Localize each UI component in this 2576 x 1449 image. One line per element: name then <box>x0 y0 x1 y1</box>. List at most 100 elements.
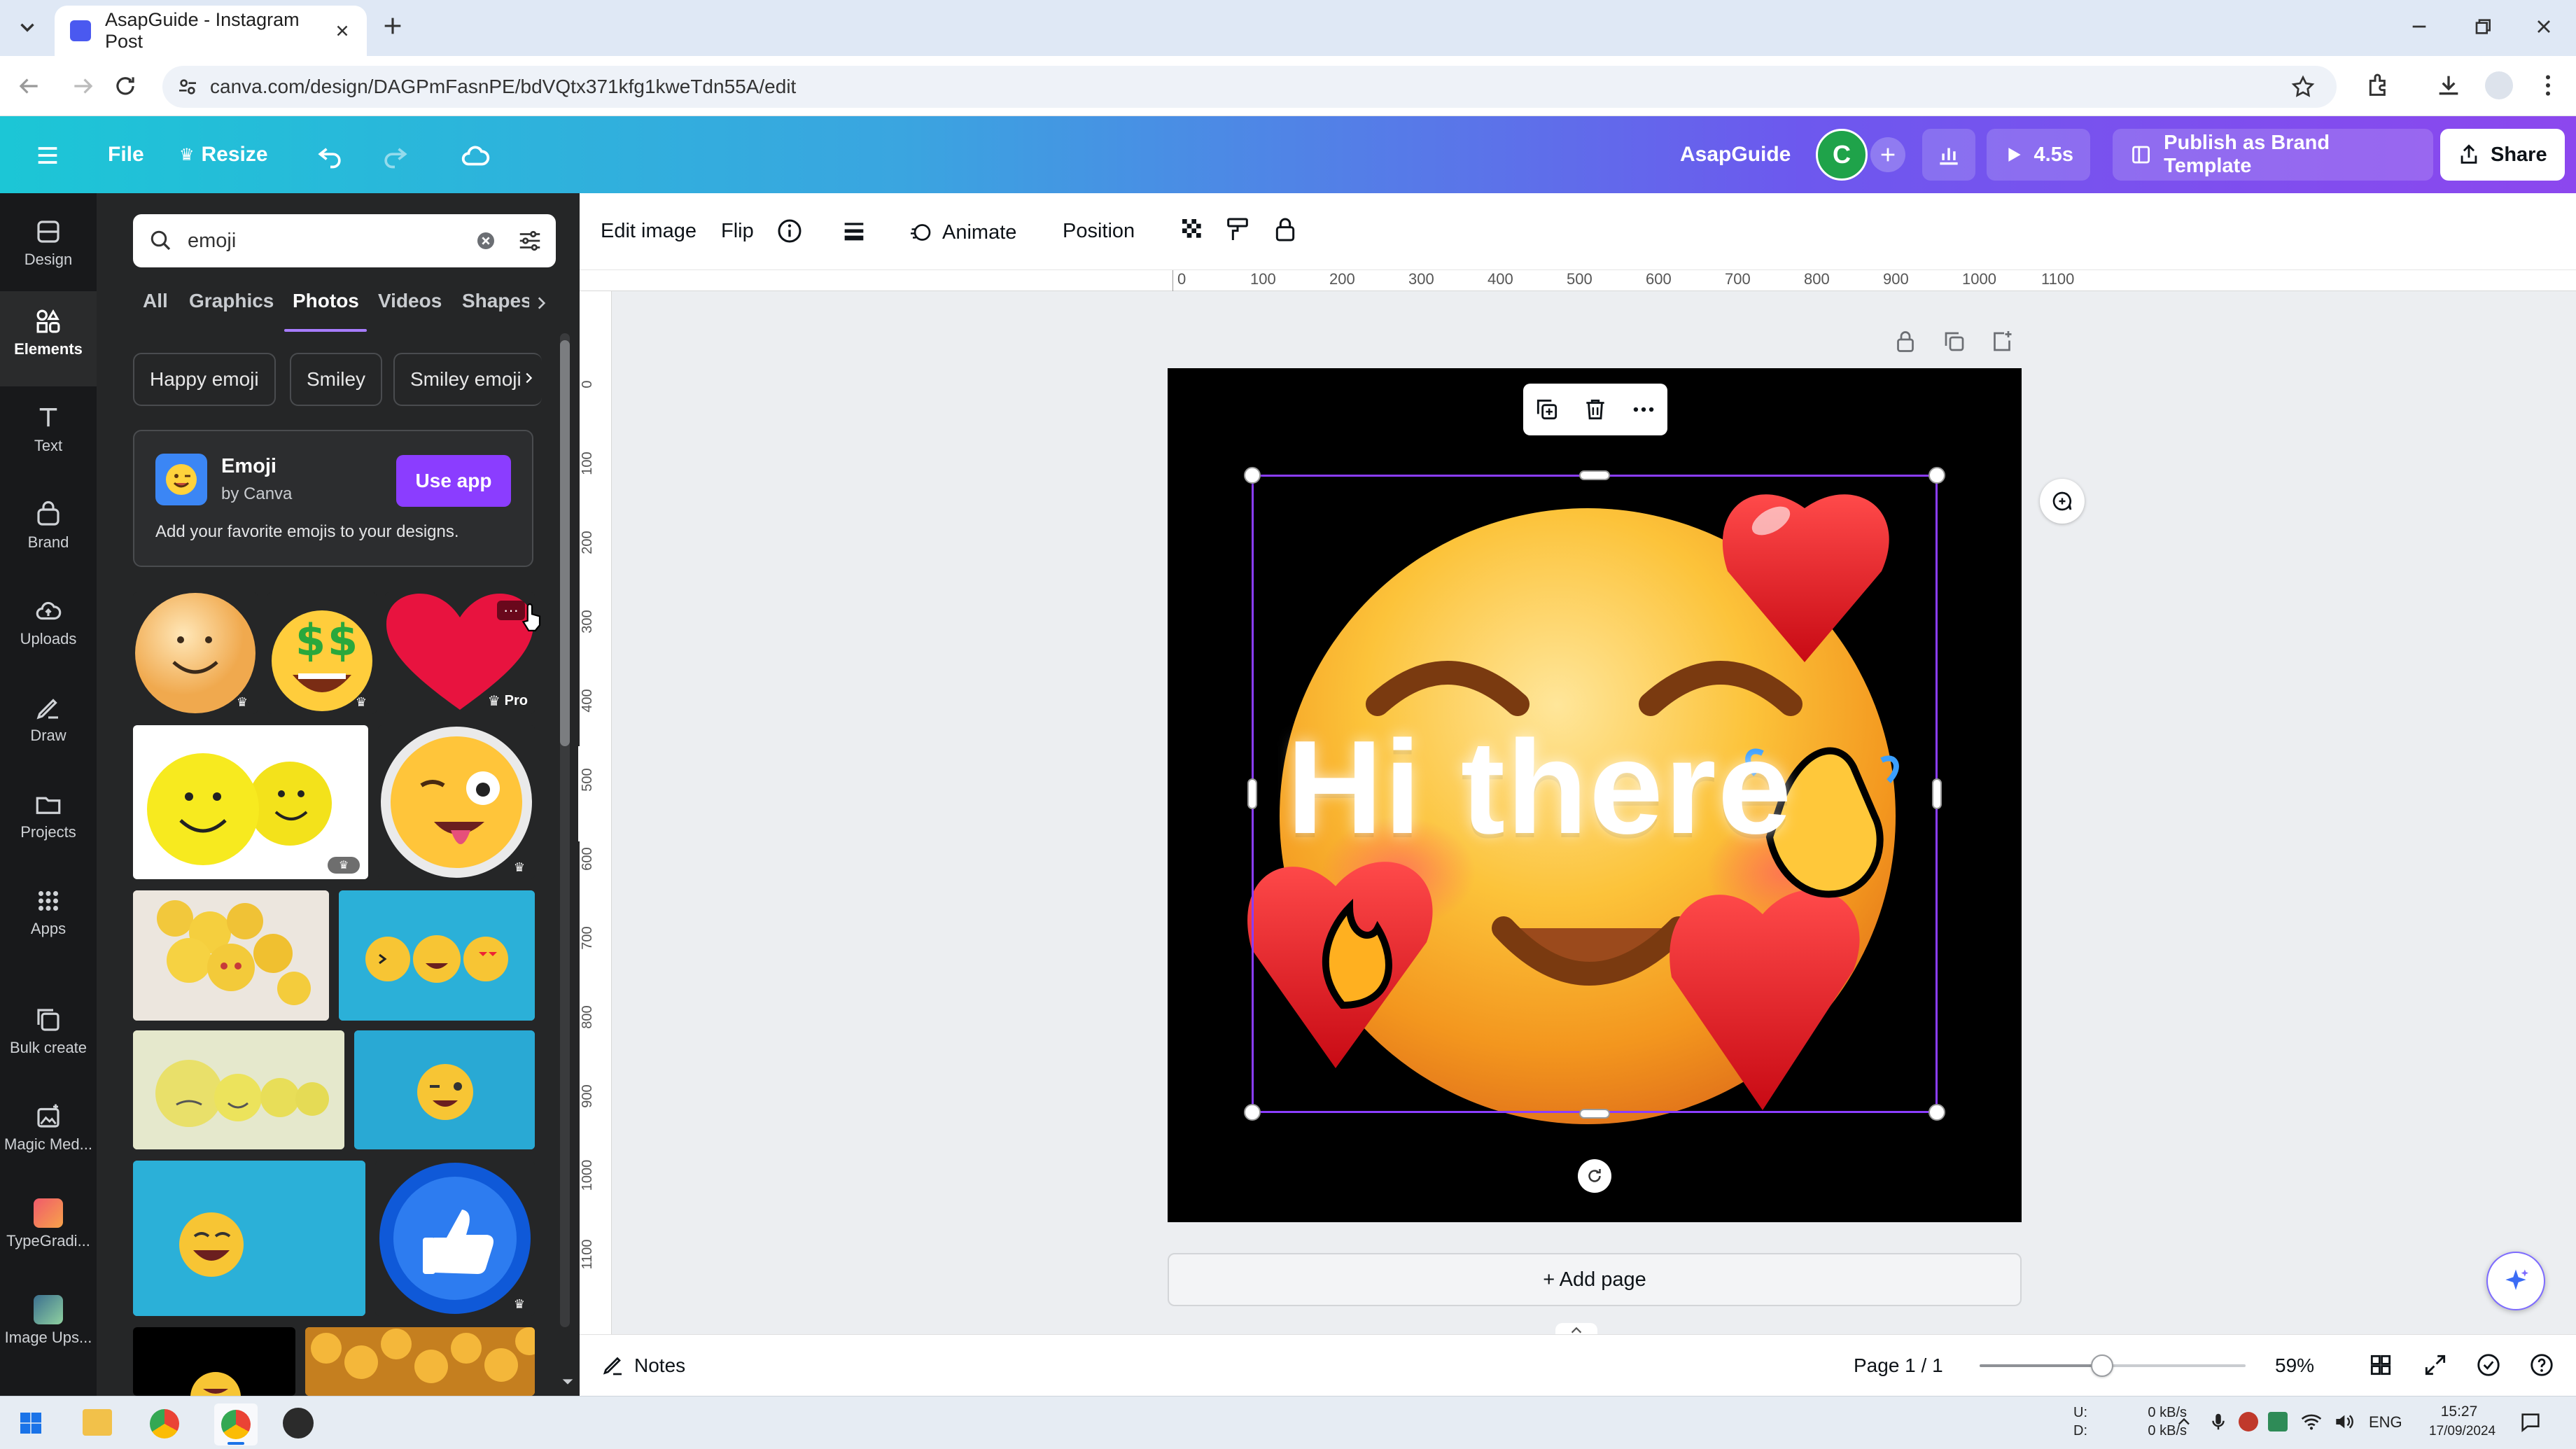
recording-tray-icon[interactable] <box>2239 1412 2258 1432</box>
resize-handle-right[interactable] <box>1932 778 1942 809</box>
tab-videos[interactable]: Videos <box>378 290 442 312</box>
flip-button[interactable]: Flip <box>721 220 754 243</box>
main-menu-icon[interactable] <box>34 141 62 169</box>
add-page-button[interactable]: + Add page <box>1168 1253 2022 1306</box>
file-explorer-icon[interactable] <box>83 1409 112 1436</box>
rotate-handle[interactable] <box>1578 1159 1611 1193</box>
rail-item-draw[interactable]: Draw <box>0 693 97 745</box>
browser-menu-icon[interactable] <box>2534 71 2562 99</box>
tray-app-icon[interactable] <box>2268 1412 2288 1432</box>
notifications-icon[interactable] <box>2519 1410 2542 1434</box>
input-language[interactable]: ENG <box>2369 1413 2402 1432</box>
position-button[interactable]: Position <box>1063 220 1135 243</box>
rail-item-uploads[interactable]: Uploads <box>0 596 97 648</box>
photo-result-laughing-on-blue[interactable] <box>133 1161 365 1316</box>
chrome-icon[interactable] <box>150 1409 179 1438</box>
chip-smiley[interactable]: Smiley <box>290 353 383 406</box>
new-tab-icon[interactable] <box>381 14 405 38</box>
user-avatar[interactable]: C <box>1816 129 1868 181</box>
rail-item-apps[interactable]: Apps <box>0 886 97 938</box>
border-style-icon[interactable] <box>840 217 868 245</box>
clock[interactable]: 15:27 17/09/2024 <box>2429 1402 2496 1441</box>
tabs-scroll-right-icon[interactable] <box>532 293 550 314</box>
share-button[interactable]: Share <box>2440 129 2565 181</box>
copy-style-icon[interactable] <box>1224 216 1252 244</box>
chips-scroll-right-icon[interactable] <box>521 365 536 391</box>
resize-handle-bottom-right[interactable] <box>1928 1104 1945 1121</box>
restore-window-icon[interactable] <box>2471 15 2493 38</box>
close-tab-icon[interactable] <box>333 22 351 40</box>
app-icon-dark[interactable] <box>283 1408 314 1438</box>
resize-handle-bottom[interactable] <box>1579 1109 1610 1119</box>
rail-item-image-upscaler[interactable]: Image Ups... <box>0 1295 97 1347</box>
microphone-icon[interactable] <box>2208 1410 2229 1433</box>
zoom-level[interactable]: 59% <box>2275 1354 2314 1377</box>
transparency-icon[interactable] <box>1179 216 1207 244</box>
chip-happy-emoji[interactable]: Happy emoji <box>133 353 276 406</box>
duplicate-element-icon[interactable] <box>1534 396 1560 423</box>
bookmark-star-icon[interactable] <box>2290 74 2316 99</box>
cloud-saved-icon[interactable] <box>459 140 491 172</box>
site-info-icon[interactable] <box>176 76 199 98</box>
photo-result-emojis-on-blue[interactable] <box>339 890 535 1021</box>
photo-result-winking-emoji[interactable]: ♛ <box>378 725 535 879</box>
resize-handle-top-left[interactable] <box>1244 467 1261 484</box>
tab-graphics[interactable]: Graphics <box>189 290 274 312</box>
help-icon[interactable] <box>2528 1352 2555 1378</box>
more-options-icon[interactable] <box>1630 396 1657 423</box>
duplicate-page-icon[interactable] <box>1942 329 1967 354</box>
show-hidden-icons-chevron-icon[interactable] <box>2174 1412 2194 1432</box>
photo-result-winking-on-blue[interactable] <box>354 1030 535 1149</box>
photo-result-smiley-ball[interactable]: ♛ <box>133 592 258 714</box>
extensions-icon[interactable] <box>2365 71 2393 99</box>
profile-avatar[interactable] <box>2485 71 2513 99</box>
file-menu-button[interactable]: File <box>108 143 144 167</box>
rail-item-magic-media[interactable]: Magic Med... <box>0 1102 97 1154</box>
rail-item-typegradient[interactable]: TypeGradi... <box>0 1198 97 1250</box>
photo-result-emoji-balls-pile[interactable] <box>133 890 329 1021</box>
rail-item-text[interactable]: Text <box>0 403 97 455</box>
back-arrow-icon[interactable] <box>15 73 42 99</box>
panel-scrollbar-thumb[interactable] <box>560 340 570 746</box>
volume-icon[interactable] <box>2332 1410 2355 1433</box>
canvas-text-hi-there[interactable]: Hi there <box>1287 711 1793 864</box>
magic-assistant-button[interactable] <box>2486 1252 2545 1310</box>
tab-photos[interactable]: Photos <box>293 290 359 312</box>
photo-result-money-emoji[interactable]: $ $ ♛ <box>267 592 377 714</box>
resize-handle-bottom-left[interactable] <box>1244 1104 1261 1121</box>
filter-icon[interactable] <box>517 227 543 254</box>
rail-item-elements[interactable]: Elements <box>0 307 97 358</box>
comment-button[interactable] <box>2040 479 2085 524</box>
fullscreen-icon[interactable] <box>2422 1352 2449 1378</box>
browser-tab-active[interactable]: AsapGuide - Instagram Post <box>55 6 367 56</box>
photo-result-yellow-smileys[interactable]: ♛ <box>133 725 368 879</box>
check-status-icon[interactable] <box>2475 1352 2502 1378</box>
delete-trash-icon[interactable] <box>1582 396 1609 423</box>
notes-button[interactable]: Notes <box>601 1353 685 1378</box>
photo-result-thumbs-up[interactable]: ♛ <box>375 1161 535 1316</box>
rail-item-projects[interactable]: Projects <box>0 790 97 841</box>
tab-all[interactable]: All <box>143 290 168 312</box>
photo-result-emoji-on-black[interactable] <box>133 1327 295 1396</box>
team-name[interactable]: AsapGuide <box>1680 143 1791 167</box>
tab-shapes[interactable]: Shapes <box>462 290 529 312</box>
search-input[interactable]: emoji <box>133 214 556 267</box>
resize-handle-top[interactable] <box>1579 470 1610 480</box>
publish-brand-template-button[interactable]: Publish as Brand Template <box>2113 129 2433 181</box>
rail-item-brand[interactable]: Brand <box>0 500 97 552</box>
clear-search-icon[interactable] <box>475 230 497 252</box>
photo-result-emoji-pile[interactable] <box>305 1327 535 1396</box>
close-window-icon[interactable] <box>2533 15 2555 38</box>
add-page-icon[interactable] <box>1989 329 2015 354</box>
panel-scroll-down-icon[interactable] <box>560 1376 575 1387</box>
undo-icon[interactable] <box>315 140 346 171</box>
resize-button[interactable]: ♛ Resize <box>179 143 268 167</box>
tab-list-chevron-icon[interactable] <box>15 15 39 39</box>
grid-view-icon[interactable] <box>2367 1352 2394 1378</box>
lock-page-icon[interactable] <box>1893 329 1918 354</box>
resize-handle-top-right[interactable] <box>1928 467 1945 484</box>
info-icon[interactable] <box>776 217 804 245</box>
minimize-window-icon[interactable] <box>2408 15 2430 38</box>
insights-button[interactable] <box>1922 129 1975 181</box>
page-indicator[interactable]: Page 1 / 1 <box>1854 1354 1943 1377</box>
